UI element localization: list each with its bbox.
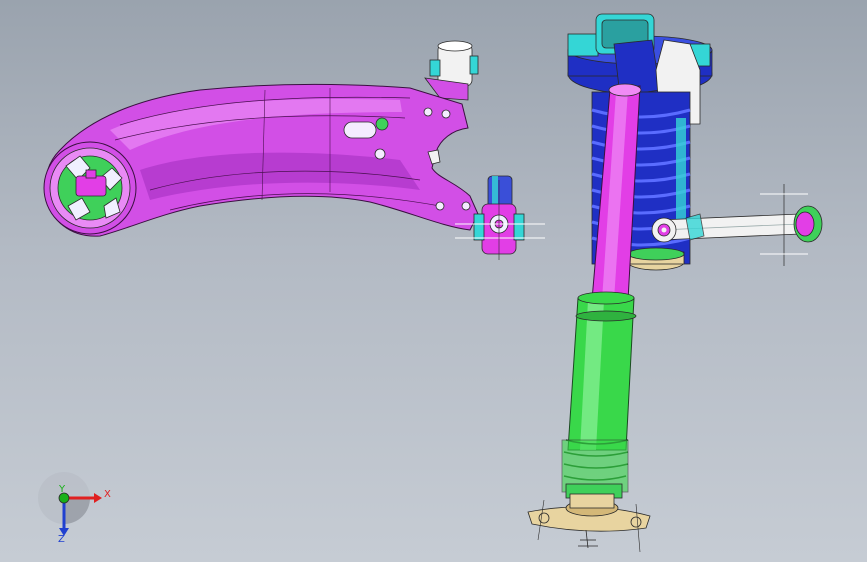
coilover-shock-absorber[interactable]: [527, 13, 713, 553]
cad-viewport[interactable]: X Y Z: [0, 0, 867, 562]
lower-control-arm[interactable]: [43, 40, 545, 260]
triad-x-label: X: [104, 489, 111, 500]
model-scene[interactable]: X Y Z: [0, 0, 867, 562]
arm-slot: [343, 121, 377, 139]
shock-body: [561, 291, 637, 499]
triad-y-label: Y: [58, 484, 66, 495]
lower-mount: [527, 493, 651, 553]
rear-bushing: [43, 141, 137, 235]
coordinate-triad: X Y Z: [38, 472, 111, 545]
triad-z-label: Z: [58, 534, 65, 545]
